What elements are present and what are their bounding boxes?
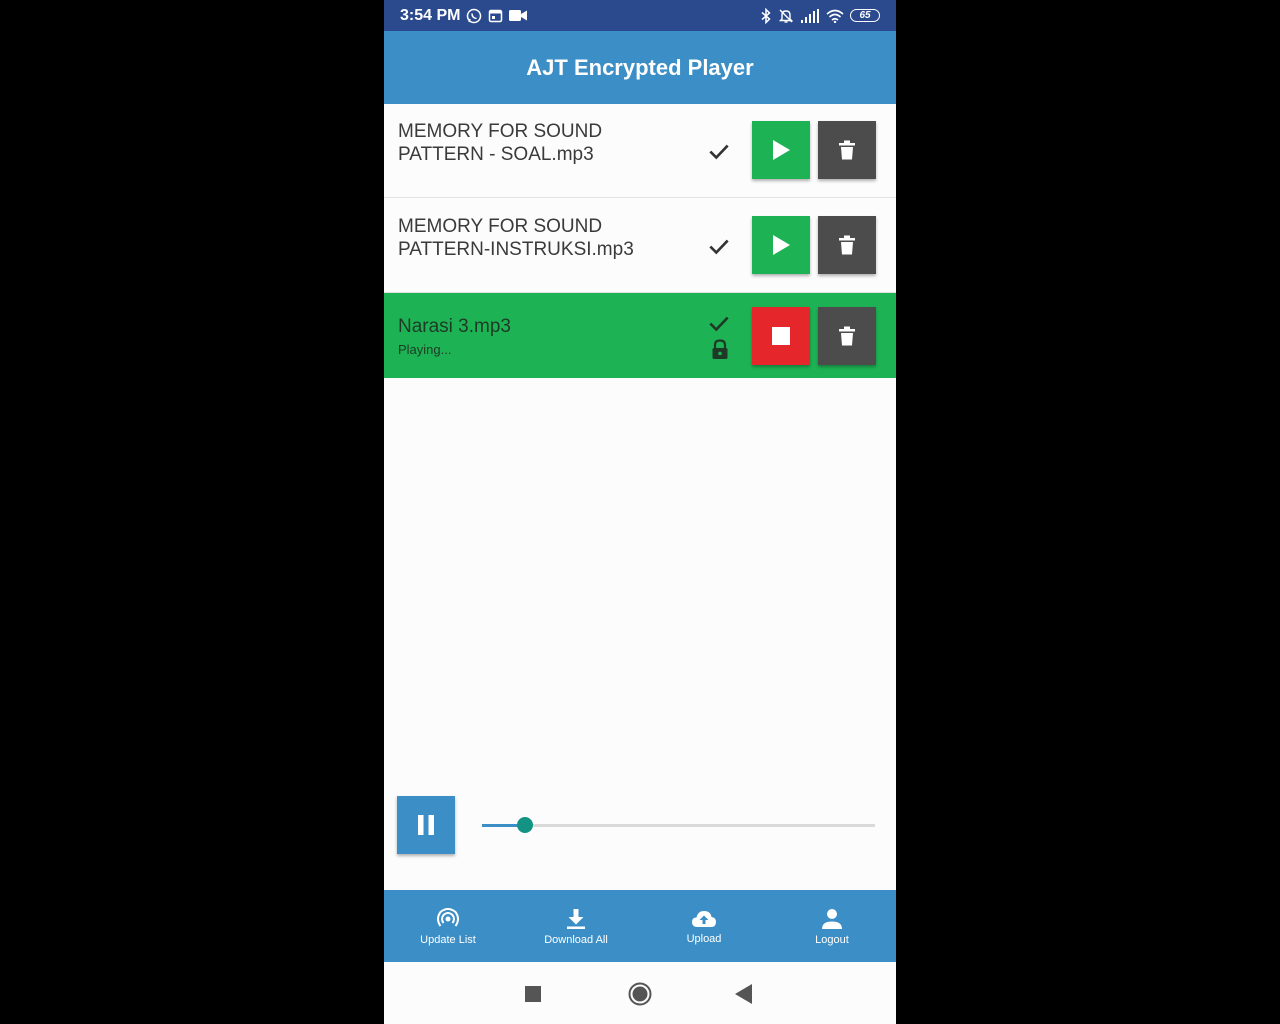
pause-button[interactable] [397,796,455,854]
bottom-nav: Update List Download All Upload Logout [384,890,896,962]
track-title: MEMORY FOR SOUND PATTERN - SOAL.mp3 [398,121,603,165]
nav-upload[interactable]: Upload [640,890,768,962]
track-row[interactable]: MEMORY FOR SOUND PATTERN-INSTRUKSI.mp3 [384,199,896,293]
delete-button[interactable] [818,121,876,179]
recents-button[interactable] [525,986,541,1002]
mute-icon [778,8,794,24]
nav-label: Update List [420,934,476,946]
stop-icon [772,327,790,345]
track-row[interactable]: MEMORY FOR SOUND PATTERN - SOAL.mp3 [384,104,896,198]
player-controls [384,796,896,856]
check-icon [709,316,729,332]
trash-icon [839,326,855,346]
track-title: Narasi 3.mp3 [398,316,511,337]
delete-button[interactable] [818,216,876,274]
trash-icon [839,140,855,160]
seek-slider[interactable] [482,817,875,833]
app-bar: AJT Encrypted Player [384,31,896,104]
broadcast-icon [437,908,459,927]
delete-button[interactable] [818,307,876,365]
stop-button[interactable] [752,307,810,365]
nav-label: Upload [686,933,722,945]
nav-label: Logout [815,934,849,946]
signal-icon [800,8,820,23]
track-status: Playing... [398,342,452,357]
status-bar-left: 3:54 PM [400,6,528,25]
status-bar-right: 65 [760,7,880,24]
phone-screen: 3:54 PM 65 AJT Encrypted Player MEMORY F… [384,0,896,1024]
check-icon [709,144,729,160]
cloud-upload-icon [692,911,716,927]
seek-slider-thumb[interactable] [517,817,534,833]
track-title: MEMORY FOR SOUND PATTERN-INSTRUKSI.mp3 [398,216,634,260]
play-icon [773,140,790,160]
nav-download-all[interactable]: Download All [512,890,640,962]
calendar-icon [488,8,503,23]
whatsapp-icon [466,8,482,24]
nav-update-list[interactable]: Update List [384,890,512,962]
download-icon [567,909,585,929]
check-icon [709,239,729,255]
back-button[interactable] [735,984,753,1004]
wifi-icon [826,9,844,23]
battery-icon: 65 [850,9,880,22]
app-title: AJT Encrypted Player [526,54,754,80]
play-button[interactable] [752,216,810,274]
status-bar: 3:54 PM 65 [384,0,896,31]
pause-icon [418,815,434,835]
bluetooth-icon [760,7,772,24]
track-row-playing[interactable]: Narasi 3.mp3 Playing... [384,293,896,378]
play-button[interactable] [752,121,810,179]
system-nav-bar [384,962,896,1024]
nav-logout[interactable]: Logout [768,890,896,962]
video-camera-icon [509,9,528,22]
play-icon [773,235,790,255]
lock-icon [712,339,728,359]
trash-icon [839,235,855,255]
home-button[interactable] [628,982,652,1006]
person-icon [822,909,842,929]
nav-label: Download All [544,934,608,946]
status-time: 3:54 PM [400,6,461,24]
